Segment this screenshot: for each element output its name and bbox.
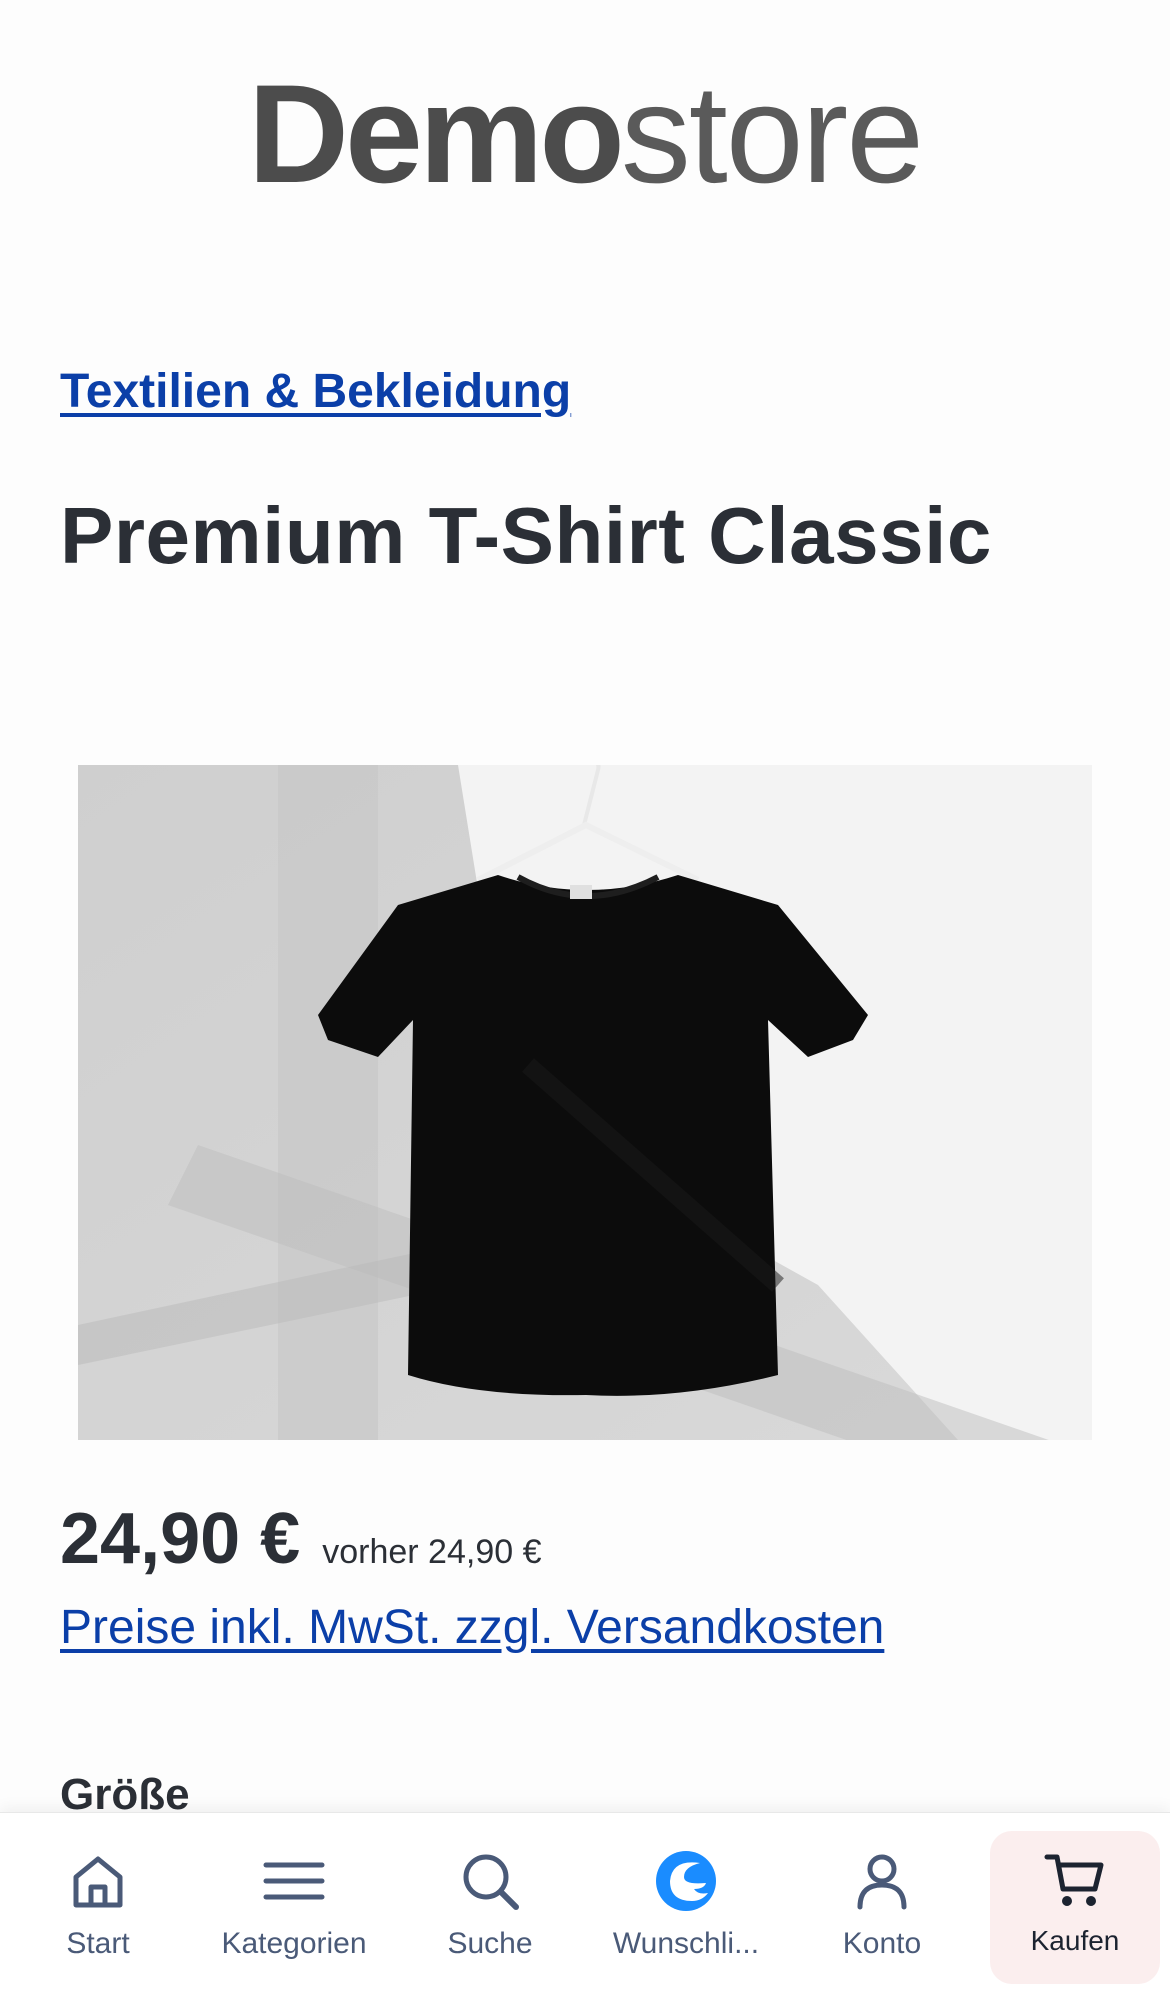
- bottom-navigation: Start Kategorien Suche Wunschli... Konto: [0, 1812, 1170, 1992]
- nav-konto[interactable]: Konto: [784, 1813, 980, 1992]
- nav-start[interactable]: Start: [0, 1813, 196, 1992]
- logo-light-text: store: [620, 55, 924, 212]
- tax-shipping-link[interactable]: Preise inkl. MwSt. zzgl. Versandkosten: [60, 1600, 884, 1655]
- old-price: vorher 24,90 €: [322, 1533, 542, 1571]
- wishlist-logo-icon: [656, 1851, 716, 1911]
- price-row: 24,90 € vorher 24,90 €: [60, 1498, 542, 1580]
- account-icon: [857, 1854, 907, 1910]
- nav-konto-label: Konto: [842, 1927, 922, 1960]
- nav-wunschliste[interactable]: Wunschli...: [588, 1813, 784, 1992]
- product-price: 24,90 €: [60, 1499, 301, 1579]
- nav-kategorien-label: Kategorien: [221, 1927, 367, 1960]
- home-icon: [73, 1856, 123, 1908]
- nav-suche-label: Suche: [447, 1927, 533, 1960]
- cart-icon: [1044, 1854, 1104, 1906]
- tshirt-photo: [78, 765, 1092, 1440]
- search-icon: [463, 1854, 519, 1910]
- store-logo[interactable]: Demostore: [0, 64, 1170, 204]
- breadcrumb-category-link[interactable]: Textilien & Bekleidung: [60, 364, 571, 419]
- nav-wunschliste-label: Wunschli...: [612, 1927, 760, 1960]
- nav-suche[interactable]: Suche: [392, 1813, 588, 1992]
- product-image[interactable]: [78, 765, 1092, 1440]
- nav-kaufen[interactable]: Kaufen: [990, 1831, 1160, 1984]
- logo-bold-text: Demo: [247, 55, 625, 212]
- nav-start-label: Start: [66, 1927, 130, 1960]
- menu-icon: [263, 1862, 325, 1900]
- nav-kaufen-label: Kaufen: [1030, 1925, 1120, 1956]
- product-title: Premium T-Shirt Classic: [60, 491, 992, 580]
- nav-kategorien[interactable]: Kategorien: [196, 1813, 392, 1992]
